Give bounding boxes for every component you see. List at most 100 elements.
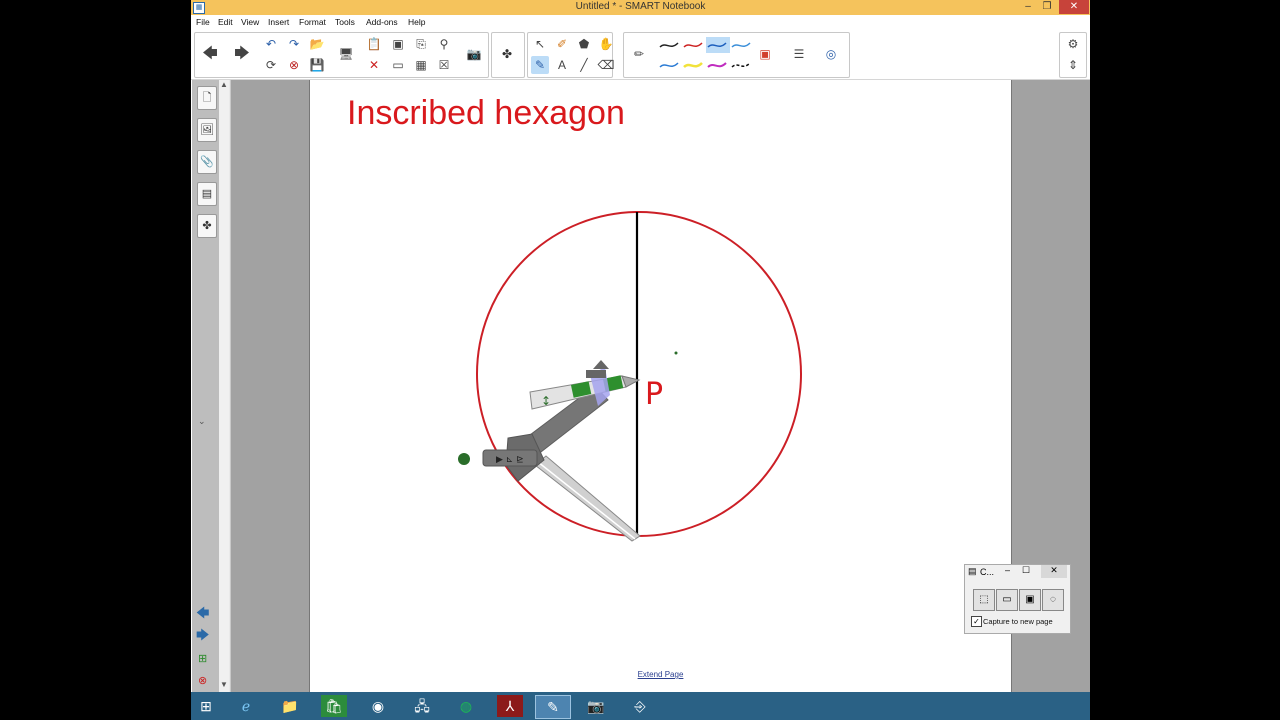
previous-page-icon[interactable]: 🡄 bbox=[196, 604, 209, 626]
text-button[interactable]: A bbox=[553, 56, 571, 74]
side-panel: 🗋 🖼 📎 ▤ ✤ ⌄ 🡄 🡆 ⊞ ⊗ ▲ ▼ bbox=[192, 80, 231, 692]
spotify-icon[interactable]: ◍ bbox=[449, 695, 483, 717]
save-button[interactable]: 💾 bbox=[308, 56, 326, 74]
menu-edit[interactable]: Edit bbox=[218, 17, 233, 27]
extend-page-link[interactable]: Extend Page bbox=[310, 670, 1011, 679]
capture-close-button[interactable]: ✕ bbox=[1041, 565, 1067, 578]
delete-page-icon[interactable]: ⊗ bbox=[198, 674, 207, 687]
document-camera-icon[interactable]: 📷 bbox=[465, 45, 483, 63]
remote-desktop-icon[interactable]: ⎆ bbox=[623, 695, 657, 717]
start-button[interactable]: ⊞ bbox=[191, 695, 221, 717]
camera-icon[interactable]: 📷 bbox=[579, 695, 613, 717]
page-sorter-tab-icon[interactable]: 🗋 bbox=[197, 86, 217, 110]
properties-button[interactable]: ☰ bbox=[790, 45, 808, 63]
side-panel-tabs: 🗋 🖼 📎 ▤ ✤ ⌄ 🡄 🡆 ⊞ ⊗ bbox=[192, 80, 219, 692]
capture-app-icon: ▤ bbox=[968, 566, 977, 576]
capture-new-page-checkbox[interactable]: ✓ bbox=[971, 616, 982, 627]
capture-toolbar: ▤ C... – ☐ ✕ ⬚ ▭ ▣ ◌ ✓ Capture to new pa… bbox=[964, 564, 1071, 634]
settings-button[interactable]: ⚙ bbox=[1064, 35, 1082, 53]
menu-bar: File Edit View Insert Format Tools Add-o… bbox=[191, 15, 1090, 30]
more-tools-button[interactable]: ◎ bbox=[822, 45, 840, 63]
line-button[interactable]: ╱ bbox=[575, 56, 593, 74]
menu-format[interactable]: Format bbox=[299, 17, 326, 27]
menu-file[interactable]: File bbox=[196, 17, 210, 27]
internet-explorer-icon[interactable]: ℯ bbox=[229, 695, 263, 717]
add-page-icon[interactable]: ⊞ bbox=[198, 652, 207, 665]
capture-freehand-icon[interactable]: ◌ bbox=[1042, 589, 1064, 611]
file-explorer-icon[interactable]: 📁 bbox=[273, 695, 307, 717]
drawing-canvas[interactable]: ▶ ⊾ ⊵ ↕ P bbox=[310, 80, 1011, 692]
toolbar-group-addons: ✤ bbox=[491, 32, 525, 78]
capture-toolbar-icon[interactable]: ⎘ bbox=[412, 35, 430, 53]
gallery-tab-icon[interactable]: 🖼 bbox=[197, 118, 217, 142]
reset-page-icon[interactable]: ⊗ bbox=[285, 56, 303, 74]
capture-restore-button[interactable]: ☐ bbox=[1022, 565, 1030, 576]
capture-window-icon[interactable]: ▭ bbox=[996, 589, 1018, 611]
chrome-icon[interactable]: ◉ bbox=[361, 695, 395, 717]
shape-icon[interactable]: ⬟ bbox=[575, 35, 593, 53]
capture-area-icon[interactable]: ⬚ bbox=[973, 589, 995, 611]
compass-tool[interactable]: ▶ ⊾ ⊵ ↕ bbox=[482, 360, 641, 542]
properties-tab-icon[interactable]: ▤ bbox=[197, 182, 217, 206]
attachments-tab-icon[interactable]: 📎 bbox=[197, 150, 217, 174]
svg-text:↕: ↕ bbox=[541, 394, 551, 408]
menu-addons[interactable]: Add-ons bbox=[366, 17, 398, 27]
smart-notebook-taskbar-icon[interactable]: ✎ bbox=[535, 695, 571, 719]
pencil-icon[interactable]: ✏ bbox=[630, 45, 648, 63]
refresh-icon[interactable]: ⟳ bbox=[262, 56, 280, 74]
undo-button[interactable]: ↶ bbox=[262, 35, 280, 53]
addons-button[interactable]: ✤ bbox=[498, 45, 516, 63]
toolbar: 🡄 🡆 ↶ ↷ 📂 ⟳ ⊗ 💾 🖥 📋 ▣ ⎘ ⚲ ✕ ▭ ▦ ☒ 📷 ✤ ↖ … bbox=[191, 30, 1090, 80]
notebook-page[interactable]: Inscribed hexagon ▶ ⊾ ⊵ ↕ P Extend Page bbox=[309, 80, 1012, 692]
screen-capture-icon[interactable]: ▣ bbox=[389, 35, 407, 53]
addons-tab-icon[interactable]: ✤ bbox=[197, 214, 217, 238]
capture-minimize-button[interactable]: – bbox=[1005, 565, 1010, 575]
smart-notebook-window: ▦ Untitled * - SMART Notebook – ❐ ✕ File… bbox=[191, 0, 1090, 692]
delete-button[interactable]: ✕ bbox=[365, 56, 383, 74]
capture-title: C... bbox=[980, 567, 995, 577]
pen-button[interactable]: ✎ bbox=[531, 56, 549, 74]
next-page-icon[interactable]: 🡆 bbox=[196, 626, 209, 648]
store-icon[interactable]: 🛍 bbox=[321, 695, 347, 717]
capture-screen-icon[interactable]: ▣ bbox=[1019, 589, 1041, 611]
toolbar-group-navigation: 🡄 🡆 ↶ ↷ 📂 ⟳ ⊗ 💾 🖥 📋 ▣ ⎘ ⚲ ✕ ▭ ▦ ☒ 📷 bbox=[194, 32, 489, 78]
svg-text:▶ ⊾ ⊵: ▶ ⊾ ⊵ bbox=[496, 455, 524, 465]
circle-drawing[interactable] bbox=[476, 211, 802, 537]
close-table-button[interactable]: ☒ bbox=[435, 56, 453, 74]
forward-button[interactable]: 🡆 bbox=[233, 45, 251, 63]
menu-tools[interactable]: Tools bbox=[335, 17, 355, 27]
magnify-icon[interactable]: ⚲ bbox=[435, 35, 453, 53]
window-title: Untitled * - SMART Notebook bbox=[575, 1, 706, 12]
screen-shade-button[interactable]: ▭ bbox=[389, 56, 407, 74]
collapse-arrow-icon[interactable]: ⌄ bbox=[198, 416, 206, 427]
table-button[interactable]: ▦ bbox=[412, 56, 430, 74]
point-label[interactable]: P bbox=[645, 377, 663, 412]
side-panel-scrollbar[interactable]: ▲ ▼ bbox=[219, 80, 229, 692]
fill-button[interactable]: ▣ bbox=[756, 45, 774, 63]
close-button[interactable]: ✕ bbox=[1059, 0, 1089, 14]
paste-icon[interactable]: 📋 bbox=[365, 35, 383, 53]
capture-new-page-label: Capture to new page bbox=[983, 617, 1053, 626]
rotate-handle[interactable] bbox=[458, 453, 470, 465]
scroll-down-icon[interactable]: ▼ bbox=[220, 680, 228, 689]
eraser-button[interactable]: ⌫ bbox=[597, 56, 615, 74]
magic-pen-icon[interactable]: ✐ bbox=[553, 35, 571, 53]
acrobat-icon[interactable]: ⅄ bbox=[497, 695, 523, 717]
move-toolbar-button[interactable]: ⇕ bbox=[1064, 56, 1082, 74]
redo-button[interactable]: ↷ bbox=[285, 35, 303, 53]
menu-help[interactable]: Help bbox=[408, 17, 425, 27]
select-button[interactable]: ↖ bbox=[531, 35, 549, 53]
menu-view[interactable]: View bbox=[241, 17, 259, 27]
toolbar-group-settings: ⚙ ⇕ bbox=[1059, 32, 1087, 78]
network-icon[interactable]: 🖧 bbox=[405, 695, 439, 717]
center-dot bbox=[674, 351, 678, 355]
toolbar-group-tools: ↖ ✐ ⬟ ✋ ✎ A ╱ ⌫ bbox=[527, 32, 615, 78]
hand-icon[interactable]: ✋ bbox=[597, 35, 615, 53]
scroll-up-icon[interactable]: ▲ bbox=[220, 80, 228, 89]
title-bar: ▦ Untitled * - SMART Notebook – ❐ ✕ bbox=[191, 0, 1090, 15]
open-button[interactable]: 📂 bbox=[308, 35, 326, 53]
restore-button[interactable]: ❐ bbox=[1036, 0, 1058, 14]
menu-insert[interactable]: Insert bbox=[268, 17, 289, 27]
display-icon[interactable]: 🖥 bbox=[337, 45, 355, 63]
back-button[interactable]: 🡄 bbox=[201, 45, 219, 63]
